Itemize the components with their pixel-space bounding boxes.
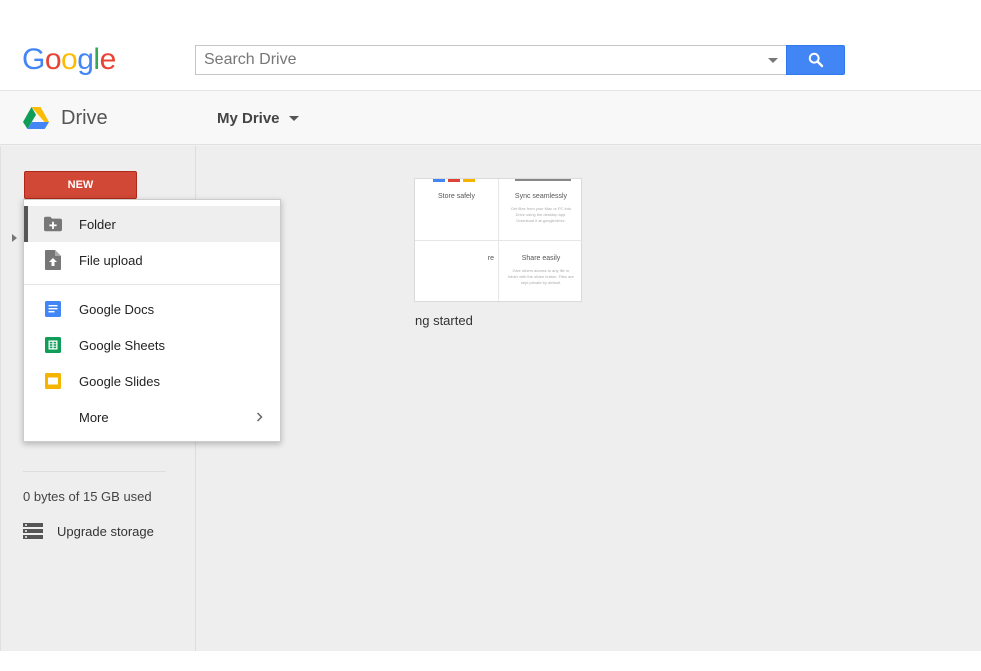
search-box[interactable]: [195, 45, 786, 75]
logo-letter: g: [77, 43, 94, 76]
menu-item-label: Google Sheets: [79, 337, 166, 353]
menu-item-folder[interactable]: Folder: [24, 206, 280, 242]
preview-desc: Give others access to any file or folder…: [508, 268, 574, 285]
google-docs-icon: [44, 300, 62, 318]
logo-letter: G: [22, 43, 45, 76]
my-drive-label: My Drive: [217, 110, 280, 127]
menu-item-file-upload[interactable]: File upload: [24, 242, 280, 278]
search-icon: [808, 52, 823, 68]
menu-item-google-slides[interactable]: Google Slides: [24, 363, 280, 399]
menu-item-label: Folder: [79, 216, 116, 232]
search-button[interactable]: [786, 45, 845, 75]
menu-divider: [24, 284, 280, 285]
preview-quadrant: Sync seamlessly Get files from your Mac …: [499, 179, 583, 241]
menu-item-google-sheets[interactable]: Google Sheets: [24, 327, 280, 363]
color-dots: [433, 179, 475, 182]
drive-logo-icon[interactable]: [23, 107, 49, 129]
folder-plus-icon: [44, 215, 62, 233]
storage-icon: [23, 523, 43, 539]
chevron-down-icon: [288, 116, 299, 121]
search-options-caret-icon[interactable]: [768, 58, 778, 63]
upgrade-storage-label: Upgrade storage: [57, 523, 154, 539]
sidebar-divider: [23, 471, 166, 472]
menu-item-label: File upload: [79, 252, 143, 268]
preview-quadrant: Share easily Give others access to any f…: [499, 241, 583, 303]
logo-letter: o: [44, 43, 62, 76]
main-content: Store safely Sync seamlessly Get files f…: [196, 146, 981, 651]
my-drive-dropdown[interactable]: My Drive: [217, 110, 299, 127]
file-name[interactable]: ng started: [415, 313, 473, 328]
preview-title: re: [487, 255, 494, 262]
menu-item-more[interactable]: More: [24, 399, 280, 435]
product-name[interactable]: Drive: [61, 107, 108, 130]
menu-item-google-docs[interactable]: Google Docs: [24, 291, 280, 327]
new-menu: Folder File upload Google Docs Google Sh…: [23, 199, 281, 442]
menu-item-label: Google Docs: [79, 301, 155, 317]
google-logo[interactable]: Google: [22, 42, 116, 78]
file-upload-icon: [44, 250, 62, 270]
preview-desc: Get files from your Mac or PC into Drive…: [510, 206, 572, 223]
top-bar: Google: [0, 0, 981, 91]
menu-item-label: Google Slides: [79, 373, 160, 389]
search-input[interactable]: [196, 46, 756, 74]
menu-item-label: More: [79, 409, 109, 425]
preview-title: Sync seamlessly: [514, 193, 568, 200]
bottom-strip: [0, 651, 981, 671]
new-button[interactable]: NEW: [24, 171, 137, 199]
storage-usage-text: 0 bytes of 15 GB used: [23, 489, 152, 504]
upgrade-storage-link[interactable]: Upgrade storage: [23, 523, 154, 539]
preview-bar: [515, 179, 571, 181]
preview-quadrant: Store safely: [415, 179, 499, 241]
chevron-right-icon: [256, 411, 263, 425]
preview-title: Share easily: [521, 255, 561, 262]
preview-title: Store safely: [438, 193, 475, 200]
logo-letter: e: [99, 43, 117, 76]
preview-quadrant: re: [415, 241, 499, 303]
expand-arrow-icon[interactable]: [12, 234, 17, 242]
app-bar: Drive My Drive: [0, 91, 981, 145]
google-slides-icon: [44, 372, 62, 390]
logo-letter: o: [61, 43, 78, 76]
google-sheets-icon: [44, 336, 62, 354]
file-card[interactable]: Store safely Sync seamlessly Get files f…: [414, 178, 583, 303]
